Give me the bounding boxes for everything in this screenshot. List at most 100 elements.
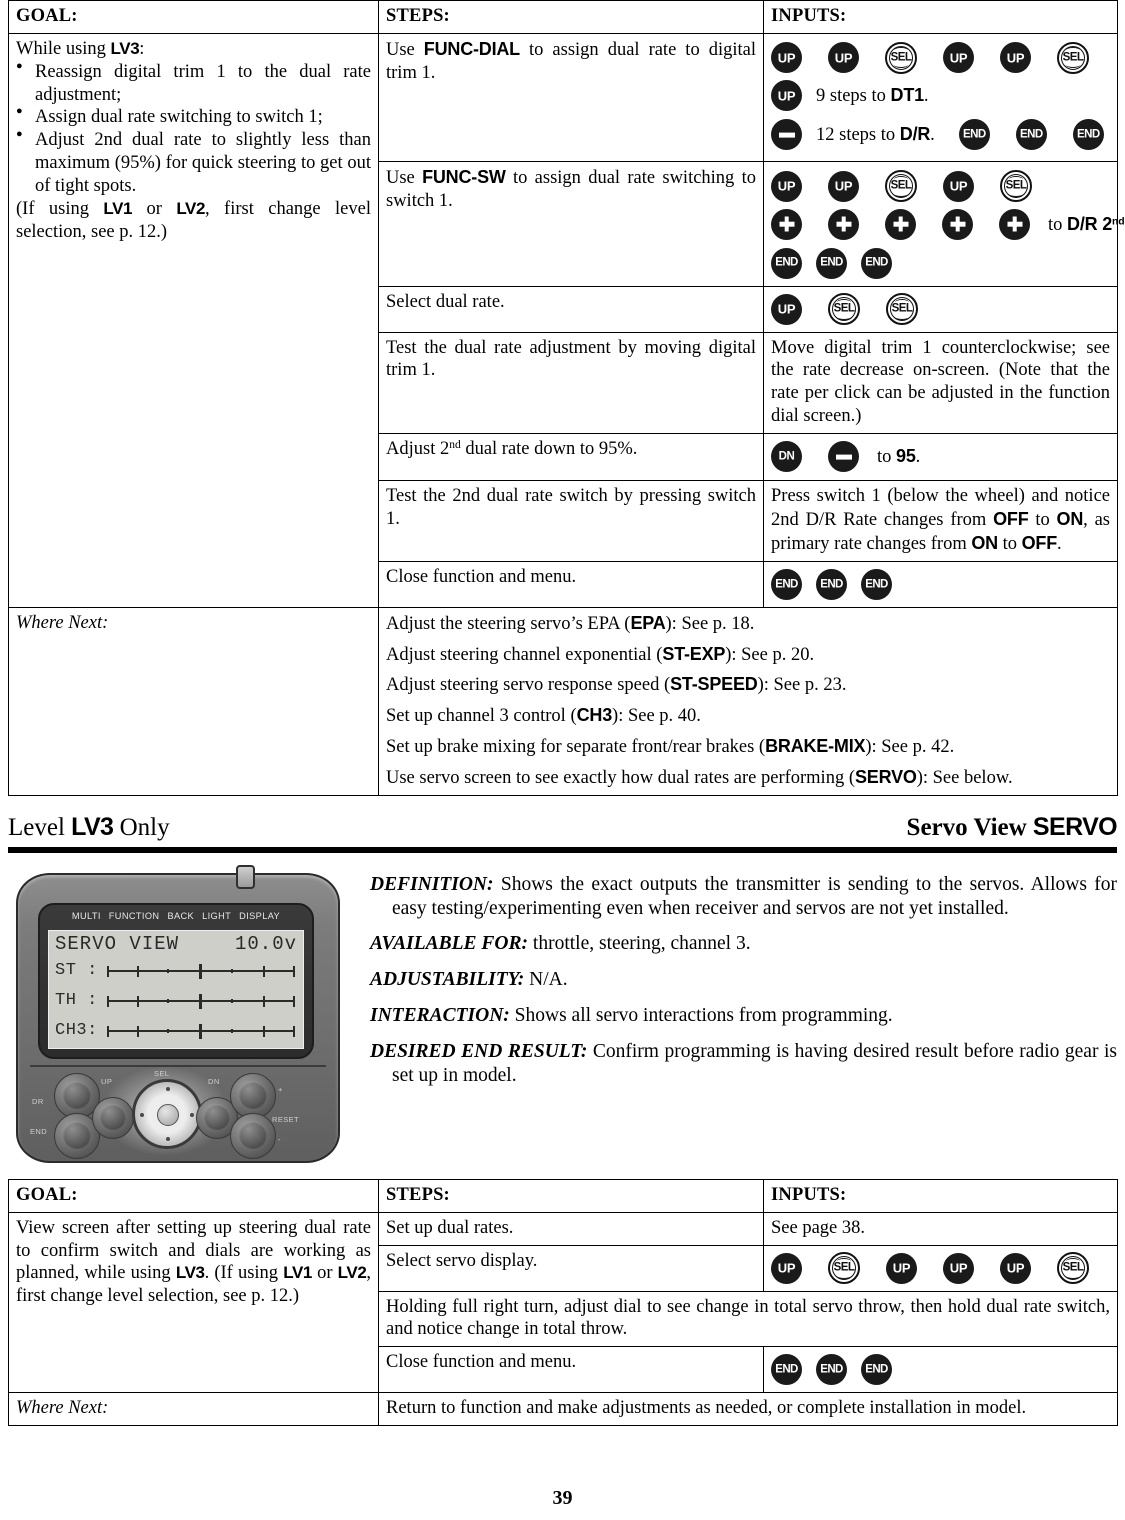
step-cell-adjust-95: Adjust 2nd dual rate down to 95%. [378,432,764,482]
sel-key-icon: SEL [828,293,860,326]
up-key-icon: UP [886,1252,917,1284]
lcd-servo-scale [107,993,295,1009]
servo-view-procedure-table: GOAL: STEPS: INPUTS: View screen after s… [8,1178,1118,1427]
lcd-title-line: SERVO VIEW 10.0v [55,933,297,955]
minus-key-icon [828,441,859,473]
key-sequence-row: DN to 95. [771,439,1110,474]
goal-cell: View screen after setting up steering du… [8,1211,379,1394]
where-next-item: Adjust steering servo response speed (ST… [386,674,847,696]
menu-item-multi: MULTI [71,910,101,921]
key-sequence-row: 12 steps to D/R. END END END [771,117,1110,152]
lcd-screen-title: SERVO VIEW [55,932,180,955]
up-key-icon: UP [771,1252,802,1284]
where-next-row: Where Next: Return to function and make … [8,1392,1118,1427]
up-key-icon: UP [828,42,859,74]
up-key-icon: UP [1000,42,1031,74]
function-code-servo: SERVO [1032,812,1118,841]
label-up: UP [101,1076,113,1086]
end-key-icon: END [1015,119,1047,151]
where-next-item: Set up brake mixing for separate front/r… [386,736,955,758]
step-cell-hold-full-right-turn: Holding full right turn, adjust dial to … [378,1290,1118,1348]
section-band: Level LV3 Only Servo View SERVO [8,812,1118,853]
definition-term: DEFINITION: [370,873,494,895]
step-cell-test-switch: Test the 2nd dual rate switch by pressin… [378,480,764,562]
up-key-icon: UP [943,1252,974,1284]
level-code-lv3: LV3 [71,812,114,841]
step-note: 12 steps to D/R. [816,124,935,146]
level-code-lv2: LV2 [176,198,206,218]
level-code-lv2: LV2 [337,1263,367,1283]
table-header-row: GOAL: STEPS: INPUTS: [8,1178,1118,1213]
available-for-term: AVAILABLE FOR: [370,933,529,955]
key-sequence-row: END END END [771,1352,1110,1386]
input-cell-adjust-95: DN to 95. [763,432,1118,482]
step-cell-func-sw: Use FUNC-SW to assign dual rate switchin… [378,161,764,287]
step-cell-close: Close function and menu. [378,1346,764,1394]
header-steps: STEPS: [378,0,764,34]
function-code-func-sw: FUNC-SW [422,167,506,188]
step-note: to D/R 2nd. [1048,213,1125,235]
end-key-icon: END [771,569,802,600]
step-note: 9 steps to DT1. [816,85,929,107]
key-sequence-row: END END END [771,567,1110,601]
lcd-battery-voltage: 10.0v [234,932,297,955]
dual-rate-procedure-table: GOAL: STEPS: INPUTS: While using LV3: Re… [8,0,1125,796]
step-cell-select-servo-display: Select servo display. [378,1244,764,1292]
param-code-dr-2nd: D/R 2nd [1067,213,1125,234]
function-code-st-exp: ST-EXP [662,643,726,664]
header-goal: GOAL: [8,1178,379,1213]
sel-key-icon: SEL [828,1252,860,1285]
up-button[interactable] [92,1096,134,1139]
lcd-channel-row-ch3: CH3: [55,1017,295,1045]
face-divider [30,1064,326,1067]
where-next-item: Adjust the steering servo’s EPA (EPA): S… [386,612,755,634]
end-key-icon: END [771,247,802,279]
list-item: Reassign digital trim 1 to the dual rate… [16,60,371,107]
function-code-brake-mix: BRAKE-MIX [765,736,866,757]
label-dr: DR [32,1096,44,1106]
table-row: View screen after setting up steering du… [8,1211,1118,1394]
input-cell-close: END END END [763,1346,1118,1394]
where-next-row: Where Next: Adjust the steering servo’s … [8,606,1118,796]
input-cell-func-dial: UP UP SEL UP UP SEL UP 9 steps to DT1. 12 step… [763,32,1118,163]
up-key-icon: UP [771,42,802,74]
definition-paragraph: DEFINITION: Shows the exact outputs the … [370,873,1117,919]
plus-key-icon [828,208,859,240]
desired-end-result-paragraph: DESIRED END RESULT: Confirm programming … [370,1040,1117,1086]
lcd-servo-scale [107,1023,295,1039]
end-key-icon: END [771,1354,802,1386]
plus-key-icon [999,208,1030,240]
up-key-icon: UP [771,170,802,202]
list-item: Assign dual rate switching to switch 1; [16,105,371,129]
sel-dpad[interactable] [132,1078,202,1149]
plus-button[interactable] [230,1072,276,1119]
label-sel: SEL [154,1068,170,1078]
lcd-menu-bar: MULTI FUNCTION BACK LIGHT DISPLAY [40,911,312,927]
table-header-row: GOAL: STEPS: INPUTS: [8,0,1118,34]
key-sequence-row: UP UP SEL UP UP SEL [771,40,1110,74]
label-plus: + [278,1084,283,1094]
level-code-lv1: LV1 [103,198,133,218]
end-key-icon: END [816,247,847,279]
lcd-channel-label: TH : [55,991,98,1011]
end-key-icon: END [958,119,990,151]
adjustability-term: ADJUSTABILITY: [370,969,525,991]
level-code-lv1: LV1 [283,1263,312,1283]
end-key-icon: END [816,569,847,600]
goal-cell: While using LV3: Reassign digital trim 1… [8,32,379,608]
label-minus: - [278,1134,281,1144]
antenna-nub [236,864,255,889]
plus-key-icon [771,208,802,240]
available-for-paragraph: AVAILABLE FOR: throttle, steering, chann… [370,933,751,955]
input-cell-close: END END END [763,560,1118,608]
transmitter-keypad: DR END UP SEL DN + RESET - [28,1066,324,1159]
interaction-term: INTERACTION: [370,1004,510,1026]
interaction-paragraph: INTERACTION: Shows all servo interaction… [370,1004,893,1026]
minus-key-icon [771,119,802,151]
up-key-icon: UP [828,170,859,202]
minus-button[interactable] [230,1112,276,1159]
header-inputs: INPUTS: [763,1178,1118,1213]
menu-item-display: DISPLAY [239,910,281,921]
lcd-channel-label: CH3: [55,1021,98,1041]
label-end: END [30,1126,48,1136]
